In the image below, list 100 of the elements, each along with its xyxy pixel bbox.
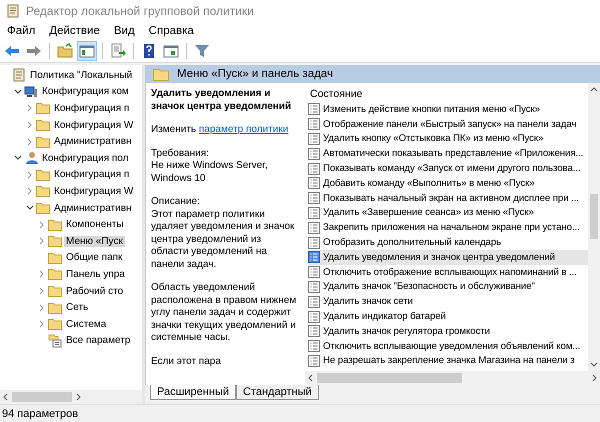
horizontal-scrollbar[interactable] xyxy=(0,390,142,404)
chevron-right-icon[interactable] xyxy=(74,393,82,401)
policy-settings-link[interactable]: параметр политики xyxy=(198,124,288,135)
folder-icon xyxy=(48,285,62,298)
description-text: Этот параметр политики удаляет уведомления и значок центра уведомлений из области уведомлений на панели задач. xyxy=(151,208,296,271)
folder-icon xyxy=(36,202,50,214)
description-text: Если этот пара xyxy=(151,356,222,368)
tree-item[interactable]: Сеть xyxy=(64,302,90,314)
scrollbar-thumb[interactable] xyxy=(12,392,72,402)
chevron-right-icon[interactable] xyxy=(38,320,46,328)
policy-document-icon xyxy=(308,118,320,130)
chevron-right-icon[interactable] xyxy=(26,104,34,112)
description-label: Описание: xyxy=(151,196,201,208)
scrollbar-thumb[interactable] xyxy=(317,373,462,383)
chevron-right-icon[interactable] xyxy=(26,170,34,179)
policy-row[interactable]: Удалить уведомления и значок центра уведомлений xyxy=(308,250,588,265)
column-header[interactable]: Состояние xyxy=(308,86,588,102)
policy-row[interactable]: Добавить команду «Выполнить» в меню «Пуск» xyxy=(308,176,588,191)
tree-item[interactable]: Компоненты xyxy=(64,219,126,230)
policy-row[interactable]: Не разрешать закрепление значка Магазина на панели з xyxy=(308,354,588,368)
tree-item[interactable]: Конфигурация пол xyxy=(40,152,130,164)
tree-item[interactable]: Меню «Пуск xyxy=(64,236,125,247)
policy-row[interactable]: Удалить кнопку «Отстыковка ПК» из меню «Пуск» xyxy=(308,132,588,146)
menu-item[interactable]: Действие xyxy=(49,25,100,37)
policy-document-icon xyxy=(308,103,320,116)
chevron-right-icon[interactable] xyxy=(38,287,46,296)
chevron-right-icon[interactable] xyxy=(590,374,598,382)
policy-document-icon xyxy=(308,340,320,352)
view-tab[interactable]: Стандартный xyxy=(236,385,319,400)
policy-row[interactable]: Удалить «Завершение сеанса» из меню «Пуск» xyxy=(308,206,588,220)
policy-title: Удалить уведомления и значок центра уведомлений xyxy=(151,88,292,113)
chevron-down-icon[interactable] xyxy=(14,88,22,96)
policy-document-icon xyxy=(308,280,320,293)
tree-item[interactable]: Конфигурация п xyxy=(52,102,132,114)
tree-item[interactable]: Конфигурация W xyxy=(52,186,136,197)
policy-document-icon xyxy=(308,222,320,234)
chevron-right-icon[interactable] xyxy=(38,220,46,229)
policy-document-icon xyxy=(308,192,320,204)
tree-item[interactable]: Административн xyxy=(52,136,134,148)
chevron-down-icon[interactable] xyxy=(590,360,598,368)
menu-item[interactable]: Вид xyxy=(114,25,135,37)
panel-title: Меню «Пуск» и панель задач xyxy=(177,68,333,80)
tree-item[interactable]: Система xyxy=(64,318,108,330)
policy-row[interactable]: Отображение панели «Быстрый запуск» на панели задач xyxy=(308,116,588,132)
tree-item[interactable]: Конфигурация W xyxy=(52,120,136,131)
chevron-left-icon[interactable] xyxy=(2,393,10,401)
policy-row[interactable]: Отобразить дополнительный календарь xyxy=(308,235,588,250)
settings-list-icon xyxy=(48,334,62,348)
chevron-right-icon[interactable] xyxy=(38,304,46,312)
tree-item[interactable]: Общие папк xyxy=(64,252,124,264)
policy-row[interactable]: Удалить значок регулятора громкости xyxy=(308,324,588,339)
folder-icon xyxy=(48,302,62,314)
policy-document-icon xyxy=(308,132,320,145)
horizontal-scrollbar[interactable] xyxy=(305,371,600,385)
chevron-right-icon[interactable] xyxy=(26,187,34,196)
policy-row[interactable]: Отключить отображение всплывающих напоминаний в ... xyxy=(308,264,588,280)
scroll-icon xyxy=(12,68,26,82)
policy-document-icon xyxy=(308,206,320,219)
chevron-right-icon[interactable] xyxy=(26,121,34,130)
tree-item[interactable]: Рабочий сто xyxy=(64,286,126,297)
policy-row[interactable]: Отключить всплывающие уведомления объявлений ком... xyxy=(308,338,588,354)
tree-item[interactable]: Административн xyxy=(52,202,134,214)
policy-row[interactable]: Изменить действие кнопки питания меню «Пуск» xyxy=(308,102,588,117)
policy-row[interactable]: Закрепить приложения на начальном экране при устано... xyxy=(308,220,588,236)
policy-document-icon xyxy=(308,162,320,175)
policy-row[interactable]: Показывать начальный экран на активном дисплее при ... xyxy=(308,190,588,206)
policy-row[interactable]: Удалить индикатор батарей xyxy=(308,309,588,324)
scrollbar-thumb[interactable] xyxy=(590,194,598,239)
menu-item[interactable]: Справка xyxy=(148,25,194,37)
tree-item[interactable]: Панель упра xyxy=(64,268,127,280)
policy-document-icon xyxy=(308,266,320,278)
vertical-scrollbar[interactable] xyxy=(588,83,600,371)
chevron-right-icon[interactable] xyxy=(38,237,46,246)
policy-row[interactable]: Удалить значок "Безопасность и обслуживание" xyxy=(308,280,588,294)
status-text: 94 параметров xyxy=(2,408,78,420)
folder-icon xyxy=(48,218,62,231)
pane-toggle-icon[interactable] xyxy=(77,41,97,61)
view-tab[interactable]: Расширенный xyxy=(150,385,236,400)
chevron-right-icon[interactable] xyxy=(26,138,34,146)
folder-icon xyxy=(48,318,62,330)
chevron-up-icon[interactable] xyxy=(590,86,598,94)
policy-document-icon xyxy=(308,310,320,323)
policy-document-icon xyxy=(308,354,320,367)
policy-row[interactable]: Автоматически показывать представление «Приложения... xyxy=(308,146,588,162)
menu-item[interactable]: Файл xyxy=(7,25,36,37)
policy-row[interactable]: Удалить значок сети xyxy=(308,294,588,310)
chevron-down-icon[interactable] xyxy=(26,204,34,212)
folder-icon xyxy=(36,102,50,114)
folder-icon xyxy=(36,168,50,181)
tree-item[interactable]: Конфигурация п xyxy=(52,169,132,180)
tree-item[interactable]: Все параметр xyxy=(64,335,132,346)
tree-item[interactable]: Конфигурация ком xyxy=(40,86,131,98)
chevron-right-icon[interactable] xyxy=(38,270,46,278)
scroll-icon xyxy=(6,4,20,18)
policy-document-icon xyxy=(308,177,320,190)
policy-row[interactable]: Показывать команду «Запуск от имени другого пользова... xyxy=(308,161,588,176)
tree-item[interactable]: Политика "Локальный xyxy=(28,70,134,81)
chevron-left-icon[interactable] xyxy=(307,374,315,382)
chevron-down-icon[interactable] xyxy=(14,154,22,162)
policy-document-icon xyxy=(308,236,320,249)
